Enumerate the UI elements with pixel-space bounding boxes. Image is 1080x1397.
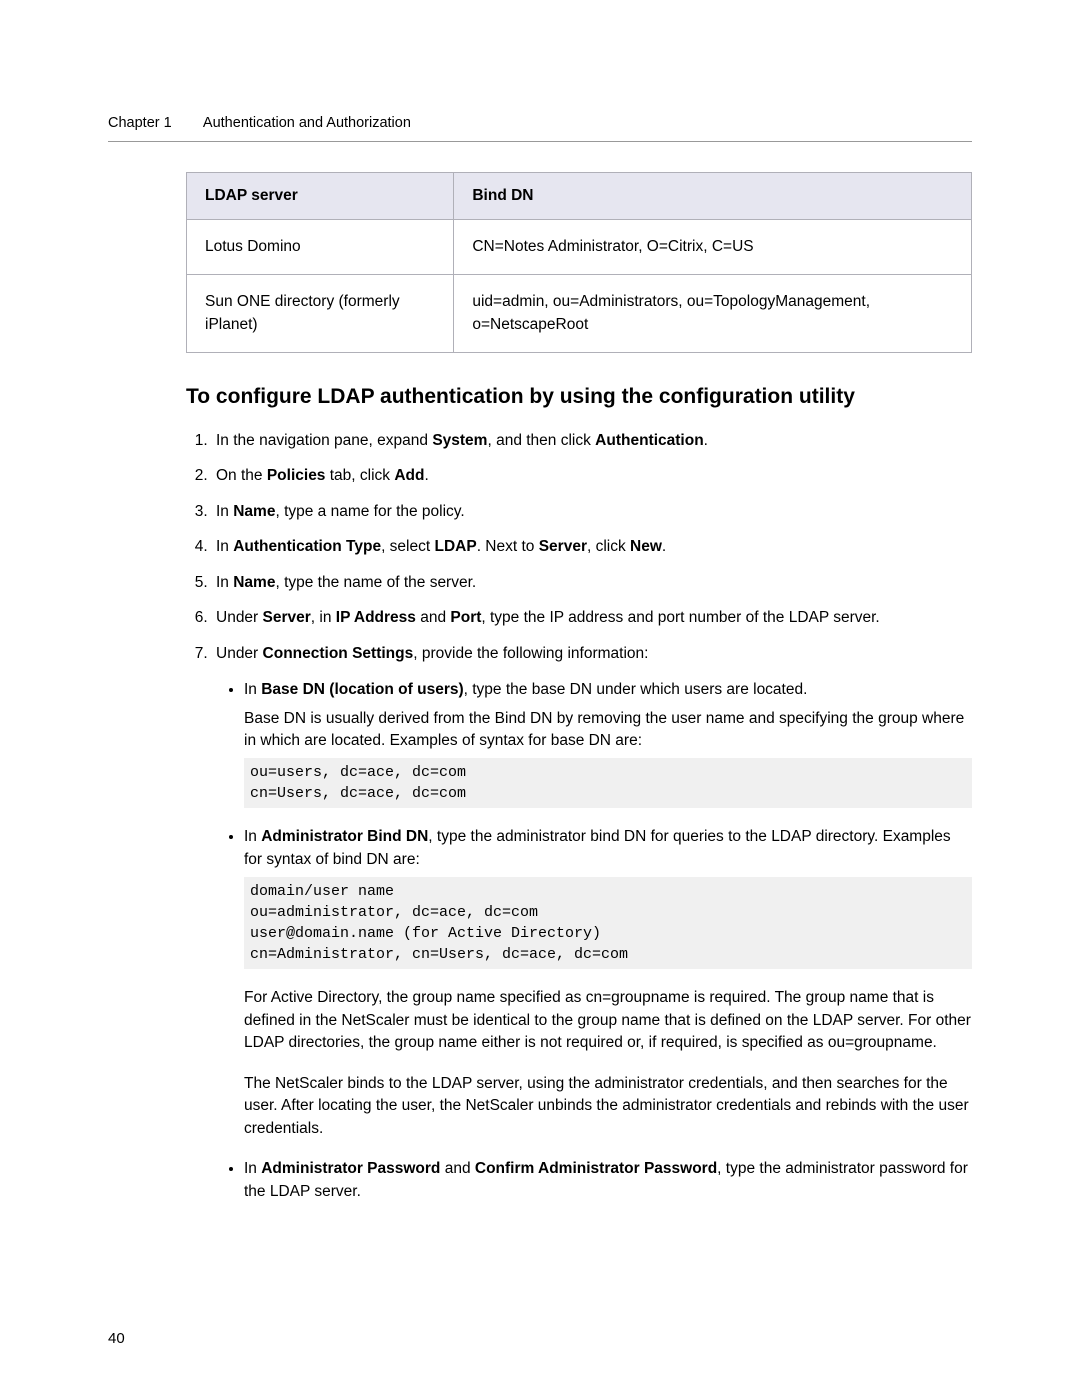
table-cell: CN=Notes Administrator, O=Citrix, C=US [454,220,972,275]
chapter-label: Chapter 1 [108,115,172,131]
list-item: In Name, type a name for the policy. [212,501,972,523]
list-item: In Base DN (location of users), type the… [244,679,972,808]
content-area: LDAP server Bind DN Lotus Domino CN=Note… [186,172,972,1203]
table-header-row: LDAP server Bind DN [187,173,972,220]
table-cell: uid=admin, ou=Administrators, ou=Topolog… [454,275,972,353]
code-block: ou=users, dc=ace, dc=com cn=Users, dc=ac… [244,758,972,808]
list-item: On the Policies tab, click Add. [212,465,972,487]
paragraph: Base DN is usually derived from the Bind… [244,708,972,753]
page-header: Chapter 1 Authentication and Authorizati… [108,115,972,131]
list-item: In Authentication Type, select LDAP. Nex… [212,536,972,558]
table-header-server: LDAP server [187,173,454,220]
sub-list: In Base DN (location of users), type the… [216,679,972,1203]
table-row: Lotus Domino CN=Notes Administrator, O=C… [187,220,972,275]
paragraph: The NetScaler binds to the LDAP server, … [244,1073,972,1140]
table-cell: Sun ONE directory (formerly iPlanet) [187,275,454,353]
ldap-table: LDAP server Bind DN Lotus Domino CN=Note… [186,172,972,353]
table-cell: Lotus Domino [187,220,454,275]
section-heading: To configure LDAP authentication by usin… [186,383,972,411]
chapter-title: Authentication and Authorization [203,115,411,131]
list-item: In Administrator Bind DN, type the admin… [244,826,972,1140]
table-header-binddn: Bind DN [454,173,972,220]
list-item: In Name, type the name of the server. [212,572,972,594]
list-item: In the navigation pane, expand System, a… [212,430,972,452]
table-row: Sun ONE directory (formerly iPlanet) uid… [187,275,972,353]
page: Chapter 1 Authentication and Authorizati… [0,0,1080,1397]
paragraph: For Active Directory, the group name spe… [244,987,972,1054]
page-number: 40 [108,1330,125,1347]
list-item: Under Connection Settings, provide the f… [212,643,972,1204]
code-block: domain/user name ou=administrator, dc=ac… [244,877,972,969]
header-divider [108,141,972,142]
list-item: Under Server, in IP Address and Port, ty… [212,607,972,629]
steps-list: In the navigation pane, expand System, a… [186,430,972,1203]
list-item: In Administrator Password and Confirm Ad… [244,1158,972,1203]
